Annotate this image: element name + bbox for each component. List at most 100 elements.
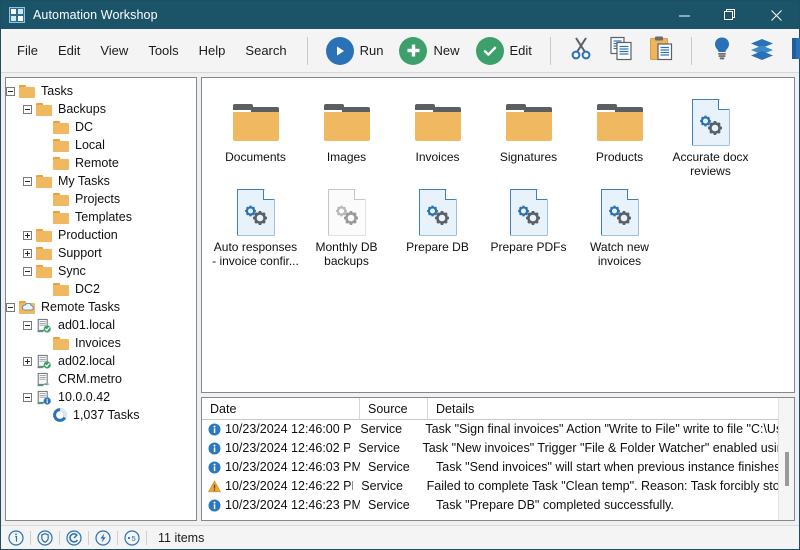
tree-node[interactable]: Remote: [6, 154, 196, 172]
log-row[interactable]: 10/23/2024 12:46:02 PM Service Task "New i…: [202, 439, 794, 458]
layers-button[interactable]: [745, 34, 779, 68]
tree-collapse-toggle[interactable]: [23, 104, 32, 114]
tree-expand-toggle[interactable]: [23, 230, 32, 240]
log-date-text: 10/23/2024 12:46:00 PM: [225, 422, 353, 436]
tree-node[interactable]: Production: [6, 226, 196, 244]
item-label: Prepare PDFs: [490, 240, 567, 254]
tree-expand-toggle[interactable]: [23, 248, 32, 258]
lightbulb-button[interactable]: [705, 34, 739, 68]
item-tile[interactable]: Prepare PDFs: [483, 180, 574, 270]
menu-item-edit[interactable]: Edit: [49, 39, 89, 62]
item-tile[interactable]: Signatures: [483, 90, 574, 180]
log-row[interactable]: 10/23/2024 12:46:23 PM Service Task "Prepa…: [202, 496, 794, 515]
tree-node[interactable]: DC: [6, 118, 196, 136]
item-count-label: 11 items: [158, 530, 205, 545]
menu-item-view[interactable]: View: [91, 39, 137, 62]
book-button[interactable]: [785, 34, 800, 68]
status-divider-3: [88, 530, 89, 545]
menu-item-tools[interactable]: Tools: [139, 39, 187, 62]
folder-tree[interactable]: Tasks Backups DC Local Remote My Tasks Project…: [6, 78, 196, 424]
menu-item-search[interactable]: Search: [236, 39, 295, 62]
lightning-status-icon[interactable]: [92, 527, 114, 549]
tree-collapse-toggle[interactable]: [23, 320, 32, 330]
info-status-icon[interactable]: [5, 527, 27, 549]
task-icon: [236, 188, 275, 236]
log-cell-details: Task "Prepare DB" completed successfully…: [436, 498, 674, 512]
run-button-label: Run: [359, 43, 384, 58]
item-tile[interactable]: Watch new invoices: [574, 180, 665, 270]
gauge-status-icon[interactable]: [63, 527, 85, 549]
tree-node[interactable]: Templates: [6, 208, 196, 226]
item-tile[interactable]: Products: [574, 90, 665, 180]
tree-node[interactable]: DC2: [6, 280, 196, 298]
icon-grid[interactable]: Documents Images Invoices Signatures Product…: [202, 78, 794, 392]
folder-icon: [323, 103, 370, 141]
tree-collapse-toggle[interactable]: [23, 176, 32, 186]
tree-node[interactable]: My Tasks: [6, 172, 196, 190]
toolbar-clipboard-group: [561, 29, 681, 72]
restore-button[interactable]: [707, 1, 753, 29]
server-ok-icon: [36, 318, 52, 333]
log-scrollbar[interactable]: [778, 398, 794, 520]
log-row[interactable]: 10/23/2024 12:46:03 PM Service Task "Send …: [202, 458, 794, 477]
item-tile[interactable]: Auto responses - invoice confir...: [210, 180, 301, 270]
new-button[interactable]: New: [391, 32, 467, 70]
tree-node[interactable]: Sync: [6, 262, 196, 280]
book-icon: [789, 35, 800, 66]
tree-node[interactable]: ad02.local: [6, 352, 196, 370]
play-icon: [325, 36, 354, 65]
tree-node[interactable]: Backups: [6, 100, 196, 118]
item-tile[interactable]: Monthly DB backups: [301, 180, 392, 270]
log-row[interactable]: 10/23/2024 12:46:00 PM Service Task "Sign …: [202, 420, 794, 439]
tree-node-label: Remote: [75, 156, 119, 170]
log-row[interactable]: 10/23/2024 12:46:22 PM Service Failed to c…: [202, 477, 794, 496]
folder-icon: [36, 228, 52, 242]
run-button[interactable]: Run: [318, 32, 392, 70]
log-cell-source: Service: [361, 479, 403, 493]
item-tile[interactable]: Documents: [210, 90, 301, 180]
edit-button[interactable]: Edit: [468, 32, 540, 70]
tree-node[interactable]: Support: [6, 244, 196, 262]
tree-node[interactable]: s CRM.metro: [6, 370, 196, 388]
tree-node[interactable]: 1,037 Tasks: [6, 406, 196, 424]
cut-button[interactable]: [564, 34, 598, 68]
tree-expand-toggle[interactable]: [23, 356, 32, 366]
minimize-button[interactable]: [661, 1, 707, 29]
tree-collapse-toggle[interactable]: [23, 266, 32, 276]
log-date-text: 10/23/2024 12:46:23 PM: [225, 498, 360, 512]
tree-node[interactable]: ad01.local: [6, 316, 196, 334]
toolbar-divider-2: [549, 36, 551, 65]
tree-node[interactable]: Tasks: [6, 82, 196, 100]
tree-collapse-toggle[interactable]: [23, 392, 32, 402]
toolbar-tools-group: [702, 29, 800, 72]
menu-item-file[interactable]: File: [8, 39, 47, 62]
tree-node[interactable]: 10.0.0.42: [6, 388, 196, 406]
menu-item-help[interactable]: Help: [190, 39, 235, 62]
log-column-details[interactable]: Details: [428, 398, 794, 420]
tree-collapse-toggle[interactable]: [6, 302, 15, 312]
queue-count-icon[interactable]: 5: [121, 527, 143, 549]
close-button[interactable]: [753, 1, 799, 29]
toolbar-divider-3: [690, 36, 692, 65]
item-glyph: [600, 188, 639, 236]
log-scrollbar-thumb[interactable]: [785, 452, 789, 486]
tree-node[interactable]: Projects: [6, 190, 196, 208]
log-column-date[interactable]: Date: [202, 398, 360, 420]
item-tile[interactable]: Invoices: [392, 90, 483, 180]
tree-node[interactable]: Local: [6, 136, 196, 154]
svg-text:5: 5: [131, 534, 135, 543]
item-tile[interactable]: Images: [301, 90, 392, 180]
item-tile[interactable]: Accurate docx reviews: [665, 90, 756, 180]
shield-status-icon[interactable]: [34, 527, 56, 549]
tree-node[interactable]: Remote Tasks: [6, 298, 196, 316]
log-column-source[interactable]: Source: [360, 398, 428, 420]
item-tile[interactable]: Prepare DB: [392, 180, 483, 270]
paste-button[interactable]: [644, 34, 678, 68]
folder-icon: [36, 102, 52, 116]
server-ok-icon: [36, 354, 52, 369]
item-glyph: [236, 188, 275, 236]
tree-collapse-toggle[interactable]: [6, 86, 15, 96]
toolbar-actions-group: Run New Edit: [318, 29, 540, 72]
copy-button[interactable]: [604, 34, 638, 68]
tree-node[interactable]: Invoices: [6, 334, 196, 352]
